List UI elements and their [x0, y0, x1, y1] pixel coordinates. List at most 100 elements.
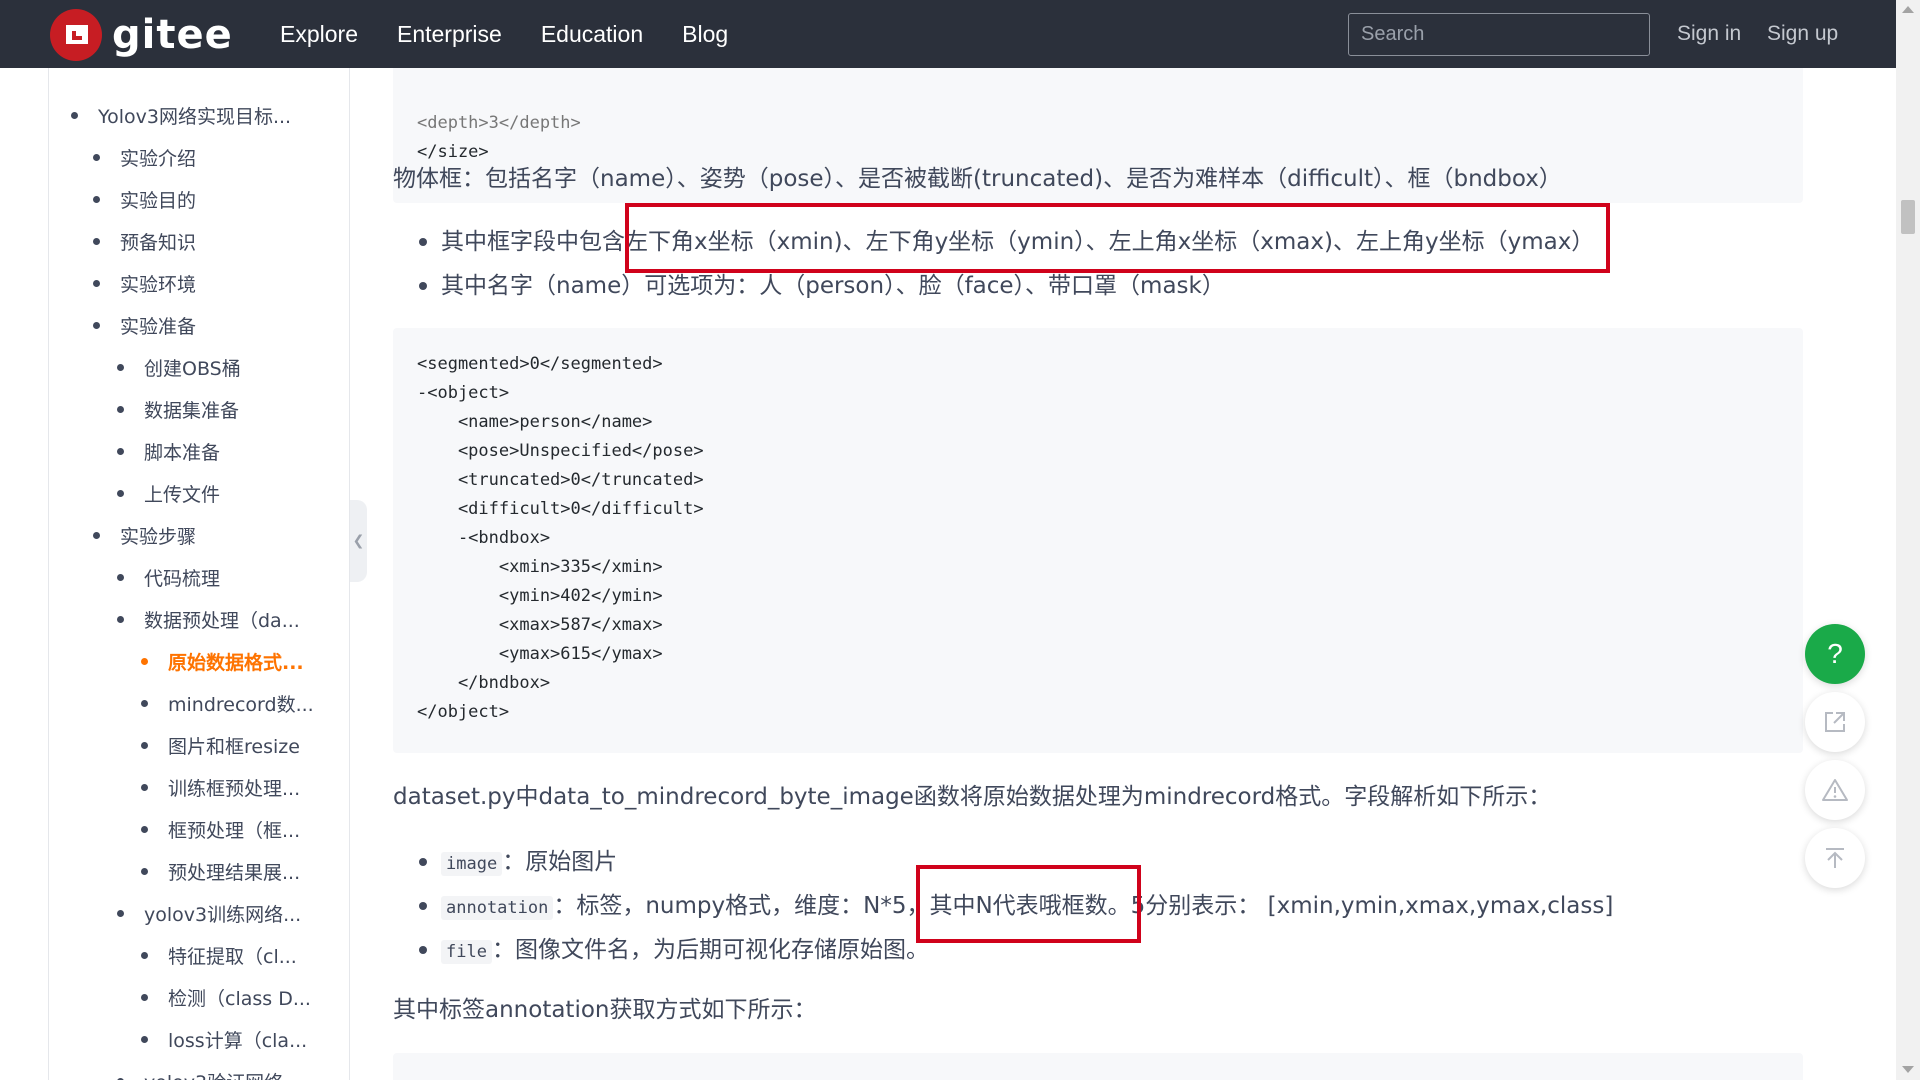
code-line: -<bndbox>: [417, 528, 551, 548]
bullet-dot: [419, 282, 427, 290]
sidebar-item[interactable]: 框预处理（框...: [141, 812, 300, 846]
sidebar-collapse-button[interactable]: ❮: [350, 500, 367, 582]
bullet-dot: [93, 321, 100, 329]
sidebar-item-label: yolov3训练网络...: [144, 903, 302, 926]
sidebar-item[interactable]: 预处理结果展...: [141, 854, 300, 888]
bullet-dot: [93, 195, 100, 203]
sidebar-item[interactable]: yolov3验证网络...: [117, 1064, 301, 1080]
sidebar-item-label: 实验目的: [120, 189, 197, 212]
code-line: <truncated>0</truncated>: [417, 470, 704, 490]
sidebar-item-label: 特征提取（cl...: [168, 945, 297, 968]
sidebar-item[interactable]: mindrecord数...: [141, 686, 314, 720]
sidebar-item[interactable]: yolov3训练网络...: [117, 896, 301, 930]
sidebar-item-label: 预备知识: [120, 231, 197, 254]
sidebar-item-label: 框预处理（框...: [168, 819, 301, 842]
scroll-up-arrow-icon[interactable]: [1902, 6, 1914, 13]
logo-text: gitee: [112, 12, 233, 58]
bullet-dot: [117, 909, 124, 917]
bullet-dot: [117, 615, 124, 623]
scrollbar-thumb[interactable]: [1901, 200, 1915, 234]
help-button[interactable]: ?: [1805, 624, 1865, 684]
code-line: <depth>3</depth>: [417, 113, 581, 133]
sidebar-item-label: 脚本准备: [144, 441, 221, 464]
paragraph-dataset-intro: dataset.py中data_to_mindrecord_byte_image…: [393, 784, 1552, 810]
sign-in-link[interactable]: Sign in: [1677, 0, 1741, 68]
bullet-bbox-fields: 其中框字段中包含左下角x坐标（xmin)、左下角y坐标（ymin）、左上角x坐标…: [441, 225, 1594, 259]
bullet-dot: [141, 993, 148, 1001]
sidebar-item[interactable]: 上传文件: [117, 476, 220, 510]
sidebar-item-label: 实验介绍: [120, 147, 197, 170]
code-line: <name>person</name>: [417, 412, 653, 432]
sidebar-item[interactable]: 特征提取（cl...: [141, 938, 297, 972]
paragraph-annotation-intro: 其中标签annotation获取方式如下所示：: [393, 997, 817, 1023]
sidebar-item[interactable]: 实验介绍: [93, 140, 196, 174]
sign-up-link[interactable]: Sign up: [1767, 0, 1838, 68]
report-button[interactable]: [1805, 760, 1865, 820]
sidebar-item[interactable]: 创建OBS桶: [117, 350, 241, 384]
field-annotation: annotation ：标签，numpy格式，维度：N*5，其中N代表哦框数。5分…: [441, 889, 1613, 925]
field-file-desc: ：图像文件名，为后期可视化存储原始图。: [491, 937, 929, 963]
sidebar-item-label: 实验步骤: [120, 525, 197, 548]
code-line: <segmented>0</segmented>: [417, 354, 663, 374]
sidebar-item[interactable]: 检测（class D...: [141, 980, 311, 1014]
nav-blog[interactable]: Blog: [682, 21, 728, 48]
code-line: </bndbox>: [417, 673, 551, 693]
field-file-code: file: [441, 940, 492, 964]
code-block-object: <segmented>0</segmented> -<object> <name>…: [393, 328, 1803, 753]
code-line: <xmin>335</xmin>: [417, 557, 663, 577]
sidebar-item[interactable]: 实验准备: [93, 308, 196, 342]
bullet-dot: [93, 531, 100, 539]
sidebar-item-label: mindrecord数...: [168, 693, 314, 716]
bullet-dot: [117, 573, 124, 581]
bullet-bbox-prefix: 其中框字段中包含: [441, 229, 625, 255]
sidebar-item-label: 训练框预处理...: [168, 777, 301, 800]
paragraph-bbox-description: 物体框：包括名字（name）、姿势（pose）、是否被截断(truncated)…: [393, 166, 1562, 192]
bullet-dot: [419, 946, 427, 954]
sidebar-item[interactable]: 实验环境: [93, 266, 196, 300]
sidebar-item[interactable]: 预备知识: [93, 224, 196, 258]
field-annotation-code: annotation: [441, 896, 554, 920]
bullet-dot: [117, 363, 124, 371]
sidebar-item[interactable]: loss计算（cla...: [141, 1022, 307, 1056]
bullet-dot: [117, 489, 124, 497]
bullet-dot: [419, 858, 427, 866]
sidebar-item[interactable]: 脚本准备: [117, 434, 220, 468]
bullet-dot: [141, 825, 148, 833]
scroll-down-arrow-icon[interactable]: [1902, 1066, 1914, 1073]
sidebar-item-label: yolov3验证网络...: [144, 1068, 301, 1080]
field-file: file ：图像文件名，为后期可视化存储原始图。: [441, 933, 929, 969]
bullet-dot: [419, 902, 427, 910]
bullet-dot: [117, 447, 124, 455]
nav-explore[interactable]: Explore: [280, 21, 358, 48]
sidebar-item[interactable]: 原始数据格式...: [141, 644, 304, 678]
bullet-dot: [141, 741, 148, 749]
gitee-logo[interactable]: gitee: [50, 9, 233, 61]
nav-enterprise[interactable]: Enterprise: [397, 21, 502, 48]
nav-education[interactable]: Education: [541, 21, 643, 48]
sidebar-item[interactable]: 实验目的: [93, 182, 196, 216]
bullet-dot: [141, 657, 148, 665]
main-nav: Explore Enterprise Education Blog: [280, 0, 767, 68]
sidebar-item[interactable]: 实验步骤: [93, 518, 196, 552]
bullet-dot: [117, 405, 124, 413]
bullet-dot: [141, 951, 148, 959]
page-scrollbar[interactable]: [1896, 0, 1920, 1080]
search-input[interactable]: [1348, 13, 1650, 56]
code-block-next: [393, 1053, 1803, 1080]
sidebar-item-label: 上传文件: [144, 483, 221, 506]
code-line: <difficult>0</difficult>: [417, 499, 704, 519]
sidebar-item-label: 检测（class D...: [168, 987, 311, 1010]
bullet-dot: [141, 699, 148, 707]
field-image: image ：原始图片: [441, 845, 617, 881]
sidebar-item[interactable]: 代码梳理: [117, 560, 220, 594]
bullet-dot: [141, 1035, 148, 1043]
sidebar-item[interactable]: 训练框预处理...: [141, 770, 300, 804]
sidebar-item[interactable]: 数据预处理（da...: [117, 602, 300, 636]
back-to-top-button[interactable]: [1805, 828, 1865, 888]
sidebar-item[interactable]: Yolov3网络实现目标...: [71, 98, 291, 132]
sidebar-item[interactable]: 数据集准备: [117, 392, 239, 426]
share-button[interactable]: [1805, 692, 1865, 752]
sidebar-item[interactable]: 图片和框resize: [141, 728, 300, 762]
bullet-dot: [419, 238, 427, 246]
sidebar-item-label: 创建OBS桶: [144, 357, 241, 380]
